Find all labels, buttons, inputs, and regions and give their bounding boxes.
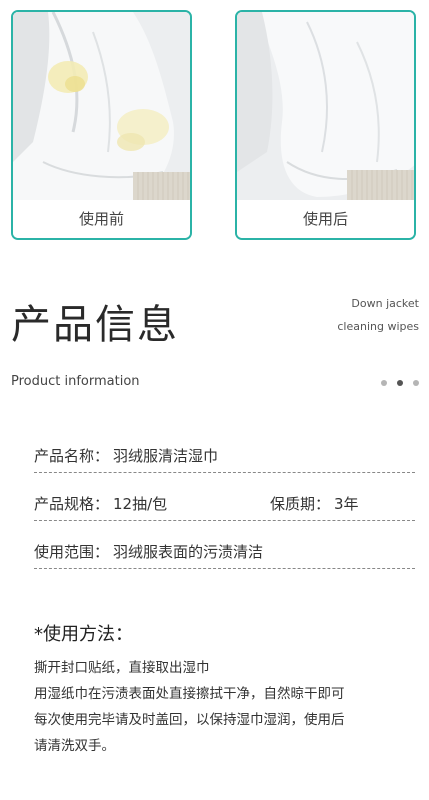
usage-step-line: 每次使用完毕请及时盖回，以保持湿巾湿润，使用后	[34, 712, 345, 728]
carousel-dot-active	[397, 380, 403, 386]
info-row-scope: 使用范围： 羽绒服表面的污渍清洁	[34, 538, 415, 569]
after-label: 使用后	[237, 200, 414, 238]
section-label-en: Product information	[11, 374, 140, 389]
carousel-dot	[381, 380, 387, 386]
before-card: 使用前	[11, 10, 192, 240]
usage-step-line: 请清洗双手。	[34, 738, 115, 754]
before-photo	[13, 12, 190, 202]
name-label: 产品名称：	[34, 447, 110, 465]
usage-step-line: 用湿纸巾在污渍表面处直接擦拭干净，自然晾干即可	[34, 686, 345, 702]
scope-value: 羽绒服表面的污渍清洁	[113, 543, 264, 561]
before-label: 使用前	[13, 200, 190, 238]
after-photo	[237, 12, 414, 202]
shelf-life-label: 保质期：	[270, 495, 331, 513]
carousel-dots	[381, 380, 419, 386]
after-card: 使用后	[235, 10, 416, 240]
scope-label: 使用范围：	[34, 543, 110, 561]
name-value: 羽绒服清洁湿巾	[113, 447, 219, 465]
spec-label: 产品规格：	[34, 495, 110, 513]
info-row-spec: 产品规格： 12抽/包 保质期： 3年	[34, 490, 415, 521]
subtitle-en-line2: cleaning wipes	[337, 320, 419, 333]
info-row-name: 产品名称： 羽绒服清洁湿巾	[34, 442, 415, 473]
page-title: 产品信息	[11, 302, 179, 348]
subtitle-en-line1: Down jacket	[351, 297, 419, 310]
carousel-dot	[413, 380, 419, 386]
shelf-life-value: 3年	[334, 495, 359, 513]
usage-step-line: 撕开封口贴纸，直接取出湿巾	[34, 660, 210, 676]
spec-value: 12抽/包	[113, 495, 168, 513]
usage-method-title: *使用方法：	[34, 624, 133, 645]
